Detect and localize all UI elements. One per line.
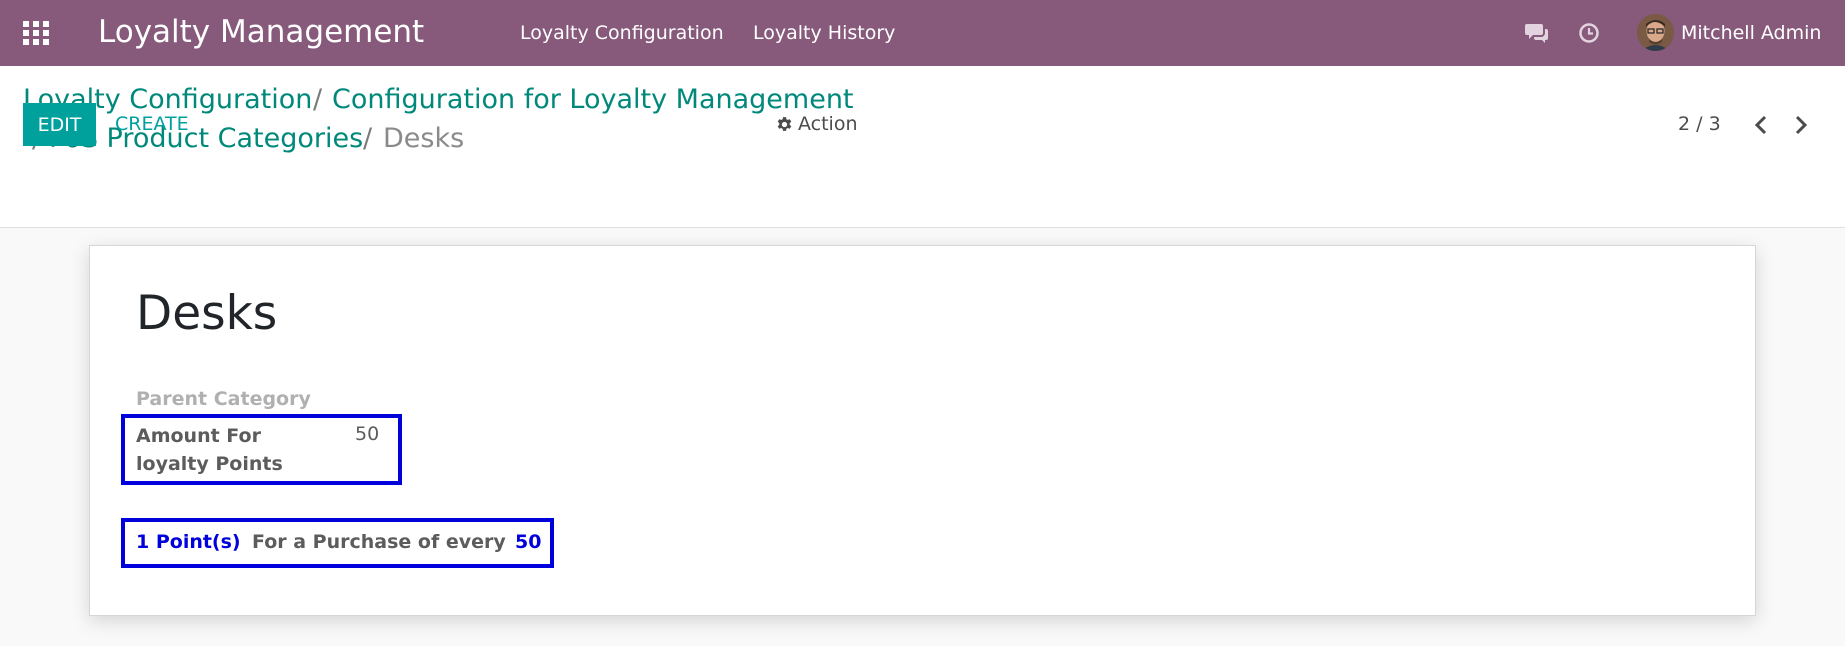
create-button[interactable]: CREATE: [115, 113, 189, 135]
top-navbar: Loyalty Management Loyalty Configuration…: [0, 0, 1845, 66]
breadcrumb-current: Desks: [383, 123, 465, 154]
pager-previous-icon[interactable]: [1750, 112, 1772, 138]
rule-points-value: 1 Point(s): [136, 531, 241, 553]
apps-grid-icon[interactable]: [23, 21, 49, 45]
chat-icon[interactable]: [1525, 22, 1550, 44]
user-name[interactable]: Mitchell Admin: [1681, 22, 1821, 44]
breadcrumb-configuration-for-loyalty-management[interactable]: Configuration for Loyalty Management: [332, 84, 854, 115]
action-menu-button[interactable]: Action: [776, 113, 858, 135]
clock-icon[interactable]: [1578, 22, 1600, 44]
menu-loyalty-history[interactable]: Loyalty History: [753, 22, 895, 44]
breadcrumb-separator: /: [313, 84, 323, 115]
rule-text: For a Purchase of every: [252, 531, 506, 553]
parent-category-label: Parent Category: [136, 388, 311, 410]
amount-for-loyalty-points-value: 50: [355, 423, 380, 445]
gear-icon: [777, 116, 792, 131]
breadcrumb-pos-product-categories[interactable]: PoS Product Categories: [49, 123, 363, 154]
avatar[interactable]: [1637, 14, 1674, 51]
rule-amount-value: 50: [515, 531, 542, 553]
action-label: Action: [798, 113, 858, 135]
pager-next-icon[interactable]: [1790, 112, 1812, 138]
menu-loyalty-configuration[interactable]: Loyalty Configuration: [520, 22, 724, 44]
pager-value[interactable]: 2 / 3: [1678, 113, 1721, 135]
amount-for-loyalty-points-label: Amount For loyalty Points: [136, 425, 283, 475]
edit-button[interactable]: EDIT: [23, 103, 96, 146]
app-title: Loyalty Management: [98, 14, 425, 50]
breadcrumb-separator: /: [363, 123, 373, 154]
record-title: Desks: [136, 286, 278, 341]
